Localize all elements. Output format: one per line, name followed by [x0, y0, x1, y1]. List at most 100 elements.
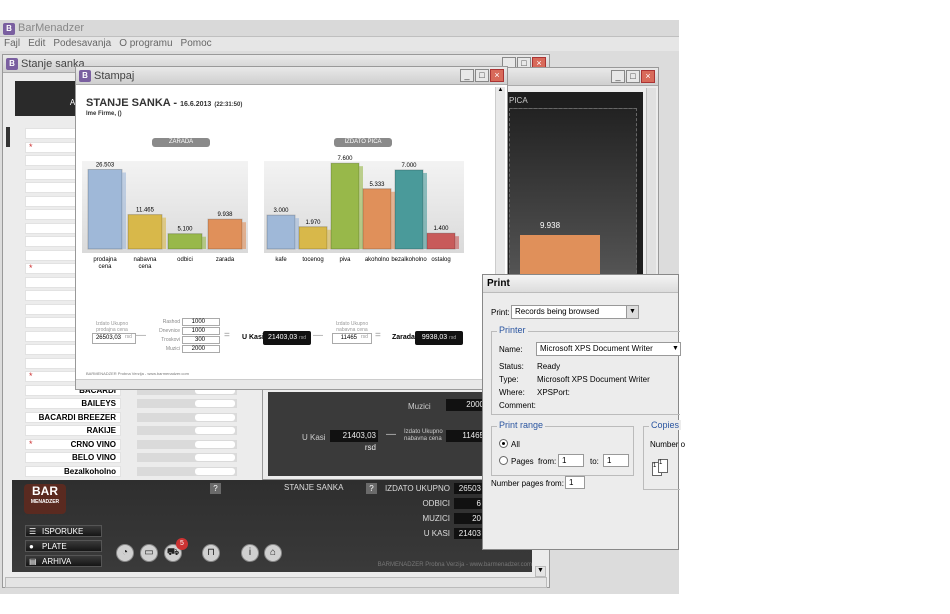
menu-item[interactable]: Podesavanja — [53, 37, 111, 51]
list-item[interactable]: RAKIJE — [25, 425, 121, 436]
chart-category-label: cena — [98, 264, 112, 270]
minimize-button[interactable]: _ — [611, 70, 625, 83]
chart-category-label: nabavna — [133, 257, 157, 263]
list-item[interactable]: CRNO VINO — [25, 438, 121, 450]
archive-icon: ▤ — [29, 557, 37, 566]
help-button[interactable]: ? — [210, 483, 221, 494]
number-pages-value: 1 — [569, 478, 574, 487]
minus-sign: — — [386, 429, 396, 440]
izdato-value: 11465 — [446, 430, 486, 442]
info-icon[interactable]: i — [241, 544, 259, 562]
menu-item[interactable]: Edit — [28, 37, 45, 51]
chart-data-label: 9.938 — [217, 212, 233, 218]
number-pages-input[interactable]: 1 — [565, 476, 585, 489]
chart-category-label: kafe — [275, 257, 287, 263]
printer-icon[interactable]: ▭ — [140, 544, 158, 562]
deduction-label: Rashod — [162, 319, 180, 325]
arhiva-label: ARHIVA — [42, 557, 72, 566]
stat-label: U KASI — [423, 529, 450, 538]
equals-sign: = — [224, 330, 230, 341]
chart-bar — [330, 162, 360, 250]
pages-radio[interactable] — [499, 456, 508, 465]
status-value: Ready — [537, 362, 561, 371]
print-dialog-title: Print — [483, 275, 678, 293]
izdato-label: Izdato Ukupno nabavna cena — [404, 429, 443, 442]
list-item[interactable]: BELO VINO — [25, 452, 121, 463]
u-kasi-value: 21403,03 — [342, 431, 376, 440]
chart-bar — [298, 226, 328, 250]
horizontal-scrollbar[interactable] — [5, 577, 547, 588]
close-button[interactable]: × — [641, 70, 655, 83]
stat-value: 26503 — [454, 483, 484, 494]
lock-icon[interactable]: ⊓ — [202, 544, 220, 562]
cart-badge: 5 — [176, 538, 188, 550]
minus-sign-2: — — [313, 330, 323, 341]
list-item[interactable]: Bezalkoholno — [25, 465, 121, 477]
home-icon[interactable]: ⌂ — [264, 544, 282, 562]
chart-area: 9.938 — [509, 108, 637, 278]
u-kasi-box: 21403,03 rsd — [263, 331, 311, 345]
chart-data-label: 3.000 — [273, 208, 289, 214]
print-range-group: Print range All Pages from: 1 to: 1 — [491, 420, 634, 476]
chart-data-label: 1.400 — [433, 226, 449, 232]
list-item-bar — [137, 426, 237, 435]
list-item[interactable]: BAILEYS — [25, 398, 121, 409]
window-icon: B — [6, 58, 18, 70]
chart-bar — [167, 233, 203, 250]
chart-bar — [127, 214, 163, 250]
zarada-value: 9938,03 — [421, 334, 448, 341]
print-scope-value: Records being browsed — [515, 307, 600, 316]
isporuke-label: ISPORUKE — [42, 527, 84, 536]
u-kasi-unit: rsd — [299, 335, 307, 341]
help-button-2[interactable]: ? — [366, 483, 377, 494]
number-of-copies-label: Number o — [650, 440, 686, 449]
chart-data-label: 5.333 — [369, 182, 385, 188]
u-kasi-label: U Kasi — [242, 334, 264, 341]
right-unit: rsd — [361, 334, 368, 340]
chart-category-label: ostalog — [431, 257, 450, 263]
chevron-down-icon: ▼ — [672, 345, 679, 352]
u-kasi-value: 21403,03 — [267, 334, 298, 341]
person-icon: ● — [29, 542, 34, 551]
chart-icon[interactable]: ◔ — [116, 544, 134, 562]
u-kasi-unit: rsd — [364, 443, 376, 452]
chart-bar-side — [202, 236, 206, 249]
copies-label: Copies — [649, 420, 682, 430]
menu-item[interactable]: Pomoc — [181, 37, 212, 51]
chart-bar-side — [162, 217, 166, 249]
where-label: Where: — [499, 388, 525, 397]
menu-item[interactable]: O programu — [119, 37, 172, 51]
left-unit: rsd — [125, 334, 132, 340]
from-input[interactable]: 1 — [558, 454, 584, 467]
chart-category-label: cena — [138, 264, 152, 270]
preview-hscrollbar[interactable] — [76, 379, 496, 389]
copies-group: Copies Number o 1 1 — [643, 420, 685, 490]
print-scope-select[interactable]: Records being browsed ▼ — [511, 305, 639, 319]
chart-bar-side — [327, 229, 331, 249]
all-radio[interactable] — [499, 439, 508, 448]
maximize-button[interactable]: □ — [626, 70, 640, 83]
to-input[interactable]: 1 — [603, 454, 629, 467]
app-title: BarMenadzer — [18, 22, 85, 34]
zarada-label: Zarada — [392, 334, 415, 341]
left-caption: Izdato Ukupno prodajna cena — [95, 321, 129, 333]
list-item[interactable]: BACARDI BREEZER — [25, 411, 121, 423]
required-marker: * — [29, 371, 33, 381]
isporuke-button[interactable]: ISPORUKE — [25, 525, 102, 537]
printer-name-select[interactable]: Microsoft XPS Document Writer ▼ — [536, 342, 681, 356]
chart-bar-side — [122, 172, 126, 249]
menu-item[interactable]: Fajl — [4, 37, 20, 51]
list-item-bar — [137, 466, 237, 476]
scroll-down-button[interactable]: ▼ — [535, 566, 546, 577]
app-icon: B — [3, 23, 15, 35]
print-range-label: Print range — [497, 420, 546, 430]
plate-button[interactable]: PLATE — [25, 540, 102, 552]
chart-category-label: odbici — [177, 257, 193, 263]
where-value: XPSPort: — [537, 388, 570, 397]
stat-label: MUZICI — [422, 514, 450, 523]
chart-svg: 26.503prodajnacena11.465nabavnacena5.100… — [87, 156, 459, 270]
plate-label: PLATE — [42, 542, 67, 551]
deduction-label: Muzici — [165, 346, 180, 352]
print-label: Print: — [491, 308, 510, 317]
all-label: All — [511, 440, 520, 449]
